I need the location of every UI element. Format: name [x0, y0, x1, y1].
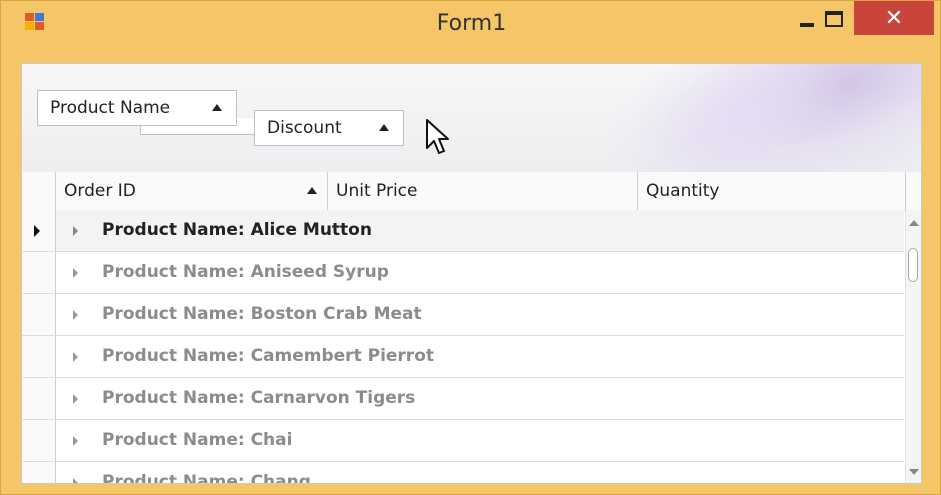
vertical-scrollbar[interactable]	[905, 210, 921, 483]
sort-ascending-icon	[379, 124, 389, 131]
grid-control: Product Name Discount Order ID Unit Pric…	[21, 63, 922, 484]
column-header-unit-price[interactable]: Unit Price	[328, 172, 638, 210]
row-indicator[interactable]	[22, 420, 56, 461]
close-icon: ✕	[884, 5, 904, 31]
group-rows: Product Name: Alice Mutton Product Name:…	[22, 210, 904, 484]
group-row-label: Product Name: Chang	[102, 472, 311, 484]
column-header-order-id[interactable]: Order ID	[56, 172, 328, 210]
expand-icon[interactable]	[73, 352, 78, 362]
expand-icon[interactable]	[73, 226, 78, 236]
group-row[interactable]: Product Name: Camembert Pierrot	[22, 336, 904, 378]
column-header-label: Unit Price	[336, 181, 418, 201]
current-row-icon	[34, 225, 40, 237]
group-row-label: Product Name: Aniseed Syrup	[102, 262, 389, 282]
column-header-label: Order ID	[64, 181, 136, 201]
scroll-down-icon[interactable]	[909, 469, 919, 475]
row-indicator[interactable]	[22, 294, 56, 335]
expand-icon[interactable]	[73, 394, 78, 404]
row-indicator[interactable]	[22, 336, 56, 377]
row-indicator[interactable]	[22, 210, 56, 251]
scroll-thumb[interactable]	[908, 248, 918, 282]
maximize-icon	[825, 11, 843, 27]
group-row-label: Product Name: Chai	[102, 430, 293, 450]
app-window: Form1 ✕ Product Name Discount Order ID U…	[0, 0, 941, 495]
group-row-label: Product Name: Camembert Pierrot	[102, 346, 434, 366]
group-row-label: Product Name: Alice Mutton	[102, 220, 372, 240]
minimize-icon	[800, 23, 814, 27]
row-indicator[interactable]	[22, 462, 56, 483]
group-row-label: Product Name: Carnarvon Tigers	[102, 388, 416, 408]
column-header-quantity[interactable]: Quantity	[638, 172, 906, 210]
column-header-row: Order ID Unit Price Quantity	[22, 172, 921, 211]
group-row[interactable]: Product Name: Boston Crab Meat	[22, 294, 904, 336]
maximize-button[interactable]	[813, 3, 855, 35]
mouse-cursor-icon	[426, 119, 449, 154]
expand-icon[interactable]	[73, 268, 78, 278]
group-panel[interactable]: Product Name Discount	[22, 64, 921, 173]
group-row[interactable]: Product Name: Aniseed Syrup	[22, 252, 904, 294]
group-row[interactable]: Product Name: Alice Mutton	[22, 210, 904, 252]
group-chip-label: Discount	[267, 118, 342, 138]
column-header-label: Quantity	[646, 181, 720, 201]
sort-ascending-icon	[307, 187, 317, 194]
sort-ascending-icon	[212, 104, 222, 111]
scroll-up-icon[interactable]	[909, 220, 919, 226]
title-bar[interactable]: Form1 ✕	[1, 1, 941, 53]
close-button[interactable]: ✕	[854, 1, 934, 35]
group-row-label: Product Name: Boston Crab Meat	[102, 304, 422, 324]
group-chip-discount[interactable]: Discount	[254, 110, 404, 146]
group-chip-product-name[interactable]: Product Name	[37, 90, 237, 126]
row-indicator-header	[22, 172, 56, 210]
group-row[interactable]: Product Name: Chang	[22, 462, 904, 484]
expand-icon[interactable]	[73, 310, 78, 320]
row-indicator[interactable]	[22, 378, 56, 419]
group-row[interactable]: Product Name: Chai	[22, 420, 904, 462]
expand-icon[interactable]	[73, 478, 78, 483]
group-row[interactable]: Product Name: Carnarvon Tigers	[22, 378, 904, 420]
group-chip-label: Product Name	[50, 98, 171, 118]
row-indicator[interactable]	[22, 252, 56, 293]
expand-icon[interactable]	[73, 436, 78, 446]
